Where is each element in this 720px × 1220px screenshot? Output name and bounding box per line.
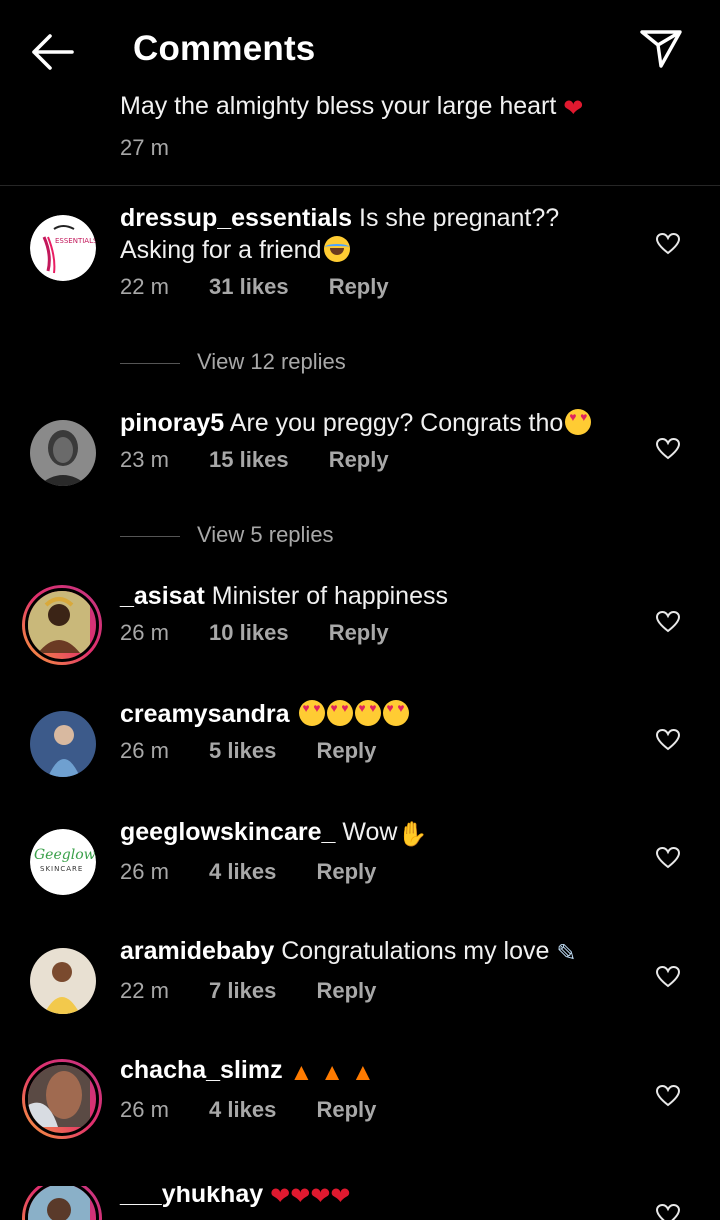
comment-text: Wow (342, 818, 398, 846)
comment-text: Is she pregnant?? (359, 204, 560, 232)
username[interactable]: _asisat (120, 582, 205, 610)
comment-item: ESSENTIALS dressup_essentials Is she pre… (0, 204, 720, 325)
username[interactable]: pinoray5 (120, 409, 224, 437)
comment-time: 23 m (120, 447, 169, 472)
heart-outline-icon[interactable] (655, 728, 681, 752)
laughing-emoji (323, 236, 350, 262)
avatar-image (30, 948, 96, 1014)
likes-count[interactable]: 31 likes (209, 274, 289, 300)
avatar-image: Geeglow SKINCARE (30, 829, 96, 895)
reply-button[interactable]: Reply (316, 1097, 376, 1123)
comment-text: Congratulations my love (281, 937, 550, 965)
view-replies-button[interactable]: View 12 replies (120, 349, 520, 379)
heart-eyes-emoji (354, 700, 381, 726)
comment-text: May the almighty bless your large heart (120, 92, 557, 120)
reply-button[interactable]: Reply (329, 274, 389, 300)
avatar-image (30, 420, 96, 486)
avatar[interactable]: ESSENTIALS (30, 215, 96, 281)
avatar-image: ESSENTIALS (30, 215, 96, 281)
avatar-story-ring[interactable] (22, 1186, 102, 1220)
divider (0, 185, 720, 186)
comment-time: 26 m (120, 738, 169, 763)
heart-outline-icon[interactable] (655, 610, 681, 634)
username[interactable]: creamysandra (120, 700, 290, 728)
svg-text:ESSENTIALS: ESSENTIALS (55, 237, 96, 245)
send-icon[interactable] (638, 26, 684, 70)
comment-item: _asisat Minister of happiness 26 m 10 li… (0, 582, 720, 703)
red-heart-emoji: ❤❤❤❤ (270, 1186, 351, 1210)
heart-outline-icon[interactable] (655, 232, 681, 256)
header: Comments (0, 0, 720, 100)
username[interactable]: geeglowskincare_ (120, 818, 335, 846)
avatar[interactable] (30, 711, 96, 777)
avatar-image (30, 711, 96, 777)
comment-item: ___yhukhay ❤❤❤❤ (0, 1186, 720, 1220)
view-replies-button[interactable]: View 5 replies (120, 522, 520, 552)
clapping-hands-emoji: ✋ (397, 821, 428, 848)
heart-eyes-emoji (298, 700, 325, 726)
username[interactable]: dressup_essentials (120, 204, 352, 232)
baby-bottle-emoji: ✎ (556, 940, 577, 967)
avatar-image (28, 591, 90, 653)
comment-time: 22 m (120, 274, 169, 299)
heart-eyes-emoji (382, 700, 409, 726)
reply-button[interactable]: Reply (329, 447, 389, 473)
back-arrow-icon[interactable] (28, 30, 76, 74)
comment-item: chacha_slimz ▲ ▲ ▲ 26 m 4 likes Reply (0, 1056, 720, 1177)
username[interactable]: ___yhukhay (120, 1186, 263, 1208)
comment-time: 26 m (120, 620, 169, 645)
fire-emoji: ▲ (289, 1059, 314, 1086)
avatar-image (28, 1065, 90, 1127)
comment-text: Minister of happiness (211, 582, 448, 610)
heart-outline-icon[interactable] (655, 1084, 681, 1108)
comment-time: 26 m (120, 1097, 169, 1122)
likes-count[interactable]: 15 likes (209, 447, 289, 473)
view-replies-label: View 5 replies (197, 522, 334, 547)
comment-time: 26 m (120, 859, 169, 884)
red-heart-emoji: ❤ (563, 95, 584, 122)
heart-outline-icon[interactable] (655, 1203, 681, 1220)
avatar[interactable] (30, 948, 96, 1014)
avatar[interactable]: Geeglow SKINCARE (30, 829, 96, 895)
fire-emoji: ▲ (320, 1059, 345, 1086)
reply-button[interactable]: Reply (316, 978, 376, 1004)
page-title: Comments (133, 29, 316, 68)
comment-text: Asking for a friend (120, 236, 322, 264)
comment-time: 22 m (120, 978, 169, 1003)
fire-emoji: ▲ (350, 1059, 375, 1086)
svg-text:Geeglow: Geeglow (34, 847, 96, 863)
comment-item: Geeglow SKINCARE geeglowskincare_ Wow✋ 2… (0, 818, 720, 939)
avatar-story-ring[interactable] (22, 585, 102, 665)
comment-item: aramidebaby Congratulations my love ✎ 22… (0, 937, 720, 1058)
comment-item: creamysandra 26 m 5 likes Reply (0, 700, 720, 821)
comment-item: pinoray5 Are you preggy? Congrats tho 23… (0, 409, 720, 530)
caption-comment: May the almighty bless your large heart … (120, 92, 680, 160)
heart-outline-icon[interactable] (655, 965, 681, 989)
comment-time: 27 m (120, 135, 169, 160)
heart-eyes-emoji (326, 700, 353, 726)
reply-button[interactable]: Reply (329, 620, 389, 646)
heart-eyes-emoji (565, 409, 592, 435)
likes-count[interactable]: 5 likes (209, 738, 276, 764)
heart-outline-icon[interactable] (655, 437, 681, 461)
svg-text:SKINCARE: SKINCARE (40, 865, 83, 873)
username[interactable]: aramidebaby (120, 937, 274, 965)
likes-count[interactable]: 7 likes (209, 978, 276, 1004)
comment-text: Are you preggy? Congrats tho (229, 409, 564, 437)
view-replies-label: View 12 replies (197, 349, 346, 374)
reply-line (120, 363, 180, 364)
likes-count[interactable]: 10 likes (209, 620, 289, 646)
reply-button[interactable]: Reply (316, 859, 376, 885)
username[interactable]: chacha_slimz (120, 1056, 283, 1084)
avatar-image (28, 1186, 90, 1220)
avatar[interactable] (30, 420, 96, 486)
likes-count[interactable]: 4 likes (209, 859, 276, 885)
likes-count[interactable]: 4 likes (209, 1097, 276, 1123)
reply-line (120, 536, 180, 537)
reply-button[interactable]: Reply (316, 738, 376, 764)
heart-outline-icon[interactable] (655, 846, 681, 870)
avatar-story-ring[interactable] (22, 1059, 102, 1139)
